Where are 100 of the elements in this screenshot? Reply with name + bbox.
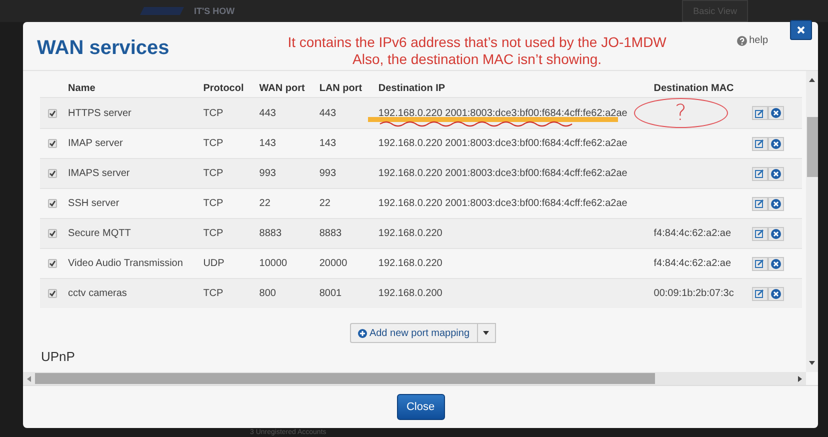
table-cell: Secure MQTT bbox=[68, 228, 131, 239]
edit-icon bbox=[755, 108, 764, 118]
table-cell: 143 bbox=[259, 138, 276, 149]
vertical-scrollbar[interactable] bbox=[806, 71, 818, 372]
checkbox[interactable] bbox=[48, 199, 57, 208]
edit-icon bbox=[755, 229, 764, 238]
table-cell: 22 bbox=[259, 198, 270, 209]
help-link[interactable]: help bbox=[737, 35, 768, 46]
table-cell: 192.168.0.220 bbox=[378, 228, 442, 239]
delete-button[interactable] bbox=[768, 106, 784, 120]
delete-button[interactable] bbox=[768, 196, 784, 210]
remove-icon bbox=[770, 228, 781, 238]
table-cell: 192.168.0.220 2001:8003:dce3:bf00:f684:4cff:fe62:a2ae bbox=[378, 108, 628, 118]
delete-button[interactable] bbox=[768, 226, 784, 240]
brand-text: IT'S HOW bbox=[194, 6, 235, 16]
table-cell: 22 bbox=[319, 198, 330, 209]
table-cell: 443 bbox=[319, 108, 336, 118]
scroll-left-icon bbox=[27, 376, 31, 382]
table-cell: TCP bbox=[203, 228, 224, 239]
checkbox[interactable] bbox=[48, 139, 57, 148]
table-cell: 20000 bbox=[319, 258, 348, 269]
edit-icon bbox=[755, 289, 764, 298]
caret-icon bbox=[483, 331, 490, 335]
scroll-down-icon bbox=[809, 361, 815, 365]
edit-icon bbox=[755, 199, 764, 208]
edit-button[interactable] bbox=[752, 136, 768, 150]
table-cell: TCP bbox=[203, 198, 224, 209]
table-cell: 8883 bbox=[259, 228, 282, 239]
plus-icon bbox=[358, 328, 368, 338]
table-cell: Video Audio Transmission bbox=[68, 258, 183, 269]
remove-icon bbox=[770, 108, 781, 118]
edit-icon bbox=[755, 259, 764, 268]
scrollbar-thumb[interactable] bbox=[35, 373, 655, 384]
close-button[interactable] bbox=[790, 20, 812, 40]
table-cell: 10000 bbox=[259, 258, 288, 269]
table-cell: UDP bbox=[203, 258, 224, 269]
delete-button[interactable] bbox=[768, 166, 784, 180]
edit-icon bbox=[755, 169, 764, 178]
edit-button[interactable] bbox=[752, 166, 768, 180]
checkbox[interactable] bbox=[48, 289, 57, 298]
table-cell: 192.168.0.220 2001:8003:dce3:bf00:f684:4cff:fe62:a2ae bbox=[378, 198, 628, 209]
column-header: WAN port bbox=[259, 79, 320, 98]
checkbox[interactable] bbox=[48, 229, 57, 238]
table-cell: TCP bbox=[203, 168, 224, 179]
edit-button[interactable] bbox=[752, 286, 768, 300]
dialog-title: WAN services bbox=[37, 37, 170, 60]
annotation-text: ? bbox=[674, 100, 687, 126]
table-cell: f4:84:4c:62:a2:ae bbox=[654, 228, 732, 239]
remove-icon bbox=[770, 168, 781, 178]
table-cell: HTTPS server bbox=[68, 108, 132, 118]
checkbox[interactable] bbox=[48, 108, 57, 118]
table-cell: 993 bbox=[319, 168, 336, 179]
table-cell: 192.168.0.220 bbox=[378, 258, 442, 269]
edit-button[interactable] bbox=[752, 196, 768, 210]
section-heading: UPnP bbox=[40, 349, 76, 364]
column-header: LAN port bbox=[319, 79, 378, 98]
edit-button[interactable] bbox=[752, 226, 768, 240]
table-cell: 800 bbox=[259, 288, 276, 299]
remove-icon bbox=[770, 138, 781, 148]
help-icon bbox=[737, 36, 748, 46]
table-cell: TCP bbox=[203, 138, 224, 149]
remove-icon bbox=[770, 198, 781, 208]
table-cell: 192.168.0.220 2001:8003:dce3:bf00:f684:4cff:fe62:a2ae bbox=[378, 168, 628, 179]
delete-button[interactable] bbox=[768, 136, 784, 150]
table-cell: IMAPS server bbox=[68, 168, 130, 179]
table-cell: TCP bbox=[203, 108, 224, 118]
table-cell: f4:84:4c:62:a2:ae bbox=[654, 258, 732, 269]
close-button[interactable]: Close bbox=[396, 394, 444, 420]
table-cell: SSH server bbox=[68, 198, 120, 209]
annotation-text: Also, the destination MAC isn’t showing. bbox=[352, 51, 603, 68]
annotation-text: It contains the IPv6 address that’s not used by the JO-1MDW bbox=[286, 34, 668, 51]
logo-icon bbox=[140, 5, 186, 17]
delete-button[interactable] bbox=[768, 286, 784, 300]
column-header: Protocol bbox=[203, 79, 260, 98]
table-cell: 192.168.0.200 bbox=[378, 288, 442, 299]
close-icon bbox=[797, 26, 805, 34]
checkbox[interactable] bbox=[48, 259, 57, 268]
table-cell: IMAP server bbox=[68, 138, 123, 149]
table-cell: 443 bbox=[259, 108, 276, 118]
column-header: Destination MAC bbox=[654, 79, 752, 98]
table-cell: 8001 bbox=[319, 288, 342, 299]
remove-icon bbox=[770, 258, 781, 268]
table-cell: 00:09:1b:2b:07:3c bbox=[654, 288, 734, 299]
column-header: Destination IP bbox=[378, 79, 654, 98]
edit-button[interactable] bbox=[752, 106, 768, 120]
table-cell: 8883 bbox=[319, 228, 342, 239]
table-cell: TCP bbox=[203, 288, 224, 299]
scrollbar-thumb[interactable] bbox=[806, 117, 818, 177]
delete-button[interactable] bbox=[768, 256, 784, 270]
table-cell: 192.168.0.220 2001:8003:dce3:bf00:f684:4cff:fe62:a2ae bbox=[378, 138, 628, 149]
table-cell: 143 bbox=[319, 138, 336, 149]
add-button[interactable]: Add new port mapping bbox=[350, 323, 478, 343]
dropdown-button[interactable] bbox=[478, 323, 496, 343]
edit-icon bbox=[755, 139, 764, 148]
horizontal-scrollbar[interactable] bbox=[23, 372, 806, 385]
table-cell: cctv cameras bbox=[68, 288, 127, 299]
scroll-right-icon bbox=[798, 376, 802, 382]
column-header: Name bbox=[68, 79, 204, 98]
checkbox[interactable] bbox=[48, 169, 57, 178]
edit-button[interactable] bbox=[752, 256, 768, 270]
